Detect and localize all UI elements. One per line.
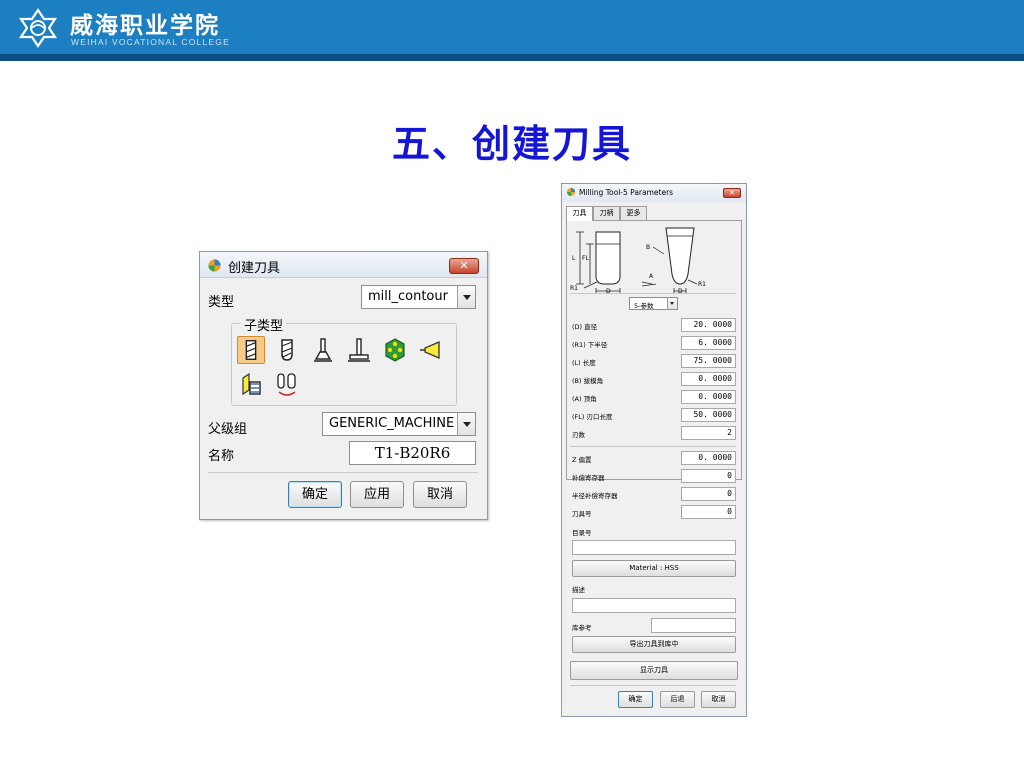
panel-separator: [570, 293, 736, 294]
school-name-cn: 威海职业学院: [70, 13, 220, 39]
close-button[interactable]: ✕: [723, 188, 741, 198]
parent-group-select[interactable]: GENERIC_MACHINE: [322, 412, 476, 436]
chevron-down-icon[interactable]: [457, 286, 475, 308]
param-label-flutes: 刃数: [572, 431, 585, 439]
flute-length-label: FL: [582, 255, 589, 262]
cancel-button[interactable]: 取消: [701, 691, 736, 708]
parameter-mode-select[interactable]: 5-参数: [629, 297, 678, 310]
param-label-flute-length: (FL) 刃口长度: [572, 413, 613, 421]
close-button[interactable]: ✕: [449, 258, 479, 274]
dialog-separator: [208, 472, 478, 473]
dialog-titlebar: Milling Tool-5 Parameters ✕: [562, 184, 746, 202]
dialog-title: 创建刀具: [228, 261, 281, 276]
create-tool-dialog: 创建刀具 ✕ 类型 mill_contour 子类型 父级组 GENERIC_M…: [199, 251, 488, 520]
material-button[interactable]: Material : HSS: [572, 560, 736, 577]
milling-tool-parameters-dialog: Milling Tool-5 Parameters ✕ 刀具 刀柄 更多 L F…: [561, 183, 747, 717]
back-button[interactable]: 后退: [660, 691, 695, 708]
offset-label-z: Z 偏置: [572, 456, 592, 464]
slide-title: 五、创建刀具: [391, 122, 632, 166]
ok-button[interactable]: 确定: [618, 691, 653, 708]
panel-separator: [570, 446, 736, 447]
type-select[interactable]: mill_contour: [361, 285, 476, 309]
catalog-number-label: 目录号: [572, 529, 592, 537]
param-label-diameter: (D) 直径: [572, 323, 598, 331]
dialog-titlebar: 创建刀具 ✕: [200, 252, 487, 278]
param-input-lower-radius[interactable]: 6. 0000: [681, 336, 736, 350]
chevron-down-icon[interactable]: [457, 413, 475, 435]
thread-mill-icon[interactable]: [237, 370, 265, 398]
header-banner: 威海职业学院 WEIHAI VOCATIONAL COLLEGE: [0, 0, 1024, 54]
tool-name-input[interactable]: T1-B20R6: [349, 441, 476, 465]
offset-label-cutcom-register: 半径补偿寄存器: [572, 492, 618, 500]
nx-app-icon: [208, 259, 221, 272]
parent-group-value: GENERIC_MACHINE: [329, 416, 455, 431]
param-input-flutes[interactable]: 2: [681, 426, 736, 440]
library-reference-input[interactable]: [651, 618, 736, 633]
college-logo-icon: [18, 8, 58, 48]
ball-mill-icon[interactable]: [273, 336, 301, 364]
mill-tool-icon[interactable]: [237, 336, 265, 364]
tool-geometry-diagram: L FL D R1 B A D R1: [570, 227, 706, 294]
tab-tool[interactable]: 刀具: [566, 206, 593, 221]
cancel-button[interactable]: 取消: [413, 481, 467, 508]
offset-input-tool-number[interactable]: 0: [681, 505, 736, 519]
library-reference-label: 库参考: [572, 624, 592, 632]
chevron-down-icon[interactable]: [667, 298, 677, 309]
offset-label-adjust-register: 补偿寄存器: [572, 474, 605, 482]
apply-button[interactable]: 应用: [350, 481, 404, 508]
carrier-icon[interactable]: [273, 370, 301, 398]
show-tool-button[interactable]: 显示刀具: [570, 661, 738, 680]
ok-button[interactable]: 确定: [288, 481, 342, 508]
param-input-flute-length[interactable]: 50. 0000: [681, 408, 736, 422]
description-input[interactable]: [572, 598, 736, 613]
parent-group-label: 父级组: [208, 422, 248, 437]
drill-icon[interactable]: [417, 336, 445, 364]
type-label: 类型: [208, 295, 235, 310]
param-label-draft-angle: (B) 拔模角: [572, 377, 604, 385]
t-cutter-icon[interactable]: [345, 336, 373, 364]
offset-input-adjust-register[interactable]: 0: [681, 469, 736, 483]
radius-label-right: R1: [698, 281, 706, 288]
param-input-tip-angle[interactable]: 0. 0000: [681, 390, 736, 404]
radius-label-left: R1: [570, 285, 578, 292]
header-divider: [0, 54, 1024, 61]
description-label: 描述: [572, 586, 585, 594]
type-select-value: mill_contour: [368, 289, 448, 304]
school-name-en: WEIHAI VOCATIONAL COLLEGE: [71, 37, 230, 47]
draft-angle-label: B: [646, 244, 650, 251]
tab-holder[interactable]: 刀柄: [593, 206, 620, 220]
offset-input-cutcom-register[interactable]: 0: [681, 487, 736, 501]
dialog-title: Milling Tool-5 Parameters: [579, 188, 674, 197]
param-label-tip-angle: (A) 顶角: [572, 395, 597, 403]
offset-input-z[interactable]: 0. 0000: [681, 451, 736, 465]
barrel-cutter-icon[interactable]: [381, 336, 409, 364]
tab-more[interactable]: 更多: [620, 206, 647, 220]
footer-separator: [570, 685, 736, 686]
param-label-lower-radius: (R1) 下半径: [572, 341, 608, 349]
param-input-diameter[interactable]: 20. 0000: [681, 318, 736, 332]
param-input-length[interactable]: 75. 0000: [681, 354, 736, 368]
length-l-label: L: [572, 255, 576, 262]
export-to-library-button[interactable]: 导出刀具到库中: [572, 636, 736, 653]
chamfer-mill-icon[interactable]: [309, 336, 337, 364]
subtype-label: 子类型: [241, 315, 287, 334]
param-label-length: (L) 长度: [572, 359, 596, 367]
param-input-draft-angle[interactable]: 0. 0000: [681, 372, 736, 386]
name-label: 名称: [208, 449, 235, 464]
parameter-mode-value: 5-参数: [634, 302, 654, 310]
catalog-number-input[interactable]: [572, 540, 736, 555]
nx-app-icon: [566, 187, 576, 197]
tip-angle-label: A: [649, 273, 654, 280]
offset-label-tool-number: 刀具号: [572, 510, 592, 518]
